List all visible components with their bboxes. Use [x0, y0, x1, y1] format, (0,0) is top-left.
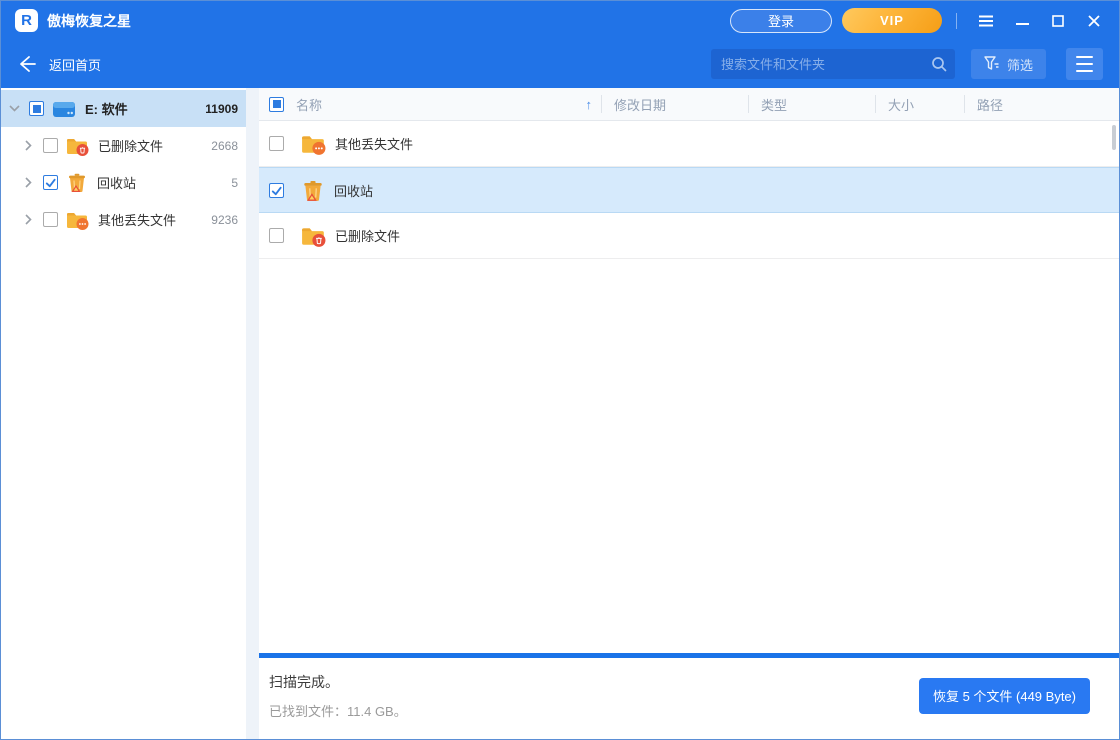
search-box [711, 49, 955, 79]
sidebar-item-count: 5 [231, 176, 238, 190]
sidebar-item-deleted-files[interactable]: 已删除文件 2668 [1, 127, 246, 164]
folder-deleted-icon [301, 225, 326, 247]
sort-asc-icon[interactable]: ↑ [586, 97, 593, 112]
vip-button[interactable]: VIP [842, 8, 942, 33]
titlebar: R 傲梅恢复之星 登录 VIP [1, 1, 1119, 40]
column-header-path[interactable]: 路径 [964, 95, 1119, 113]
row-name: 回收站 [334, 181, 373, 200]
table-row-deleted-files[interactable]: 已删除文件 [259, 213, 1119, 259]
back-arrow-icon [17, 54, 37, 74]
titlebar-separator [956, 13, 957, 29]
sidebar-item-label: 其他丢失文件 [98, 210, 176, 229]
back-button[interactable]: 返回首页 [17, 54, 101, 74]
column-header-name[interactable]: 名称 [296, 95, 322, 114]
sidebar-item-label: E: 软件 [85, 99, 128, 118]
recycle-bin-icon [301, 179, 325, 202]
checkbox-unchecked[interactable] [43, 138, 58, 153]
drive-icon [52, 99, 76, 119]
maximize-icon[interactable] [1043, 8, 1073, 34]
sidebar-item-label: 已删除文件 [98, 136, 163, 155]
checkbox-indeterminate[interactable] [29, 101, 44, 116]
table-header: 名称 ↑ 修改日期 类型 大小 路径 [259, 88, 1119, 121]
app-logo-icon: R [15, 9, 38, 32]
checkbox-unchecked[interactable] [43, 212, 58, 227]
column-header-date[interactable]: 修改日期 [601, 95, 748, 113]
sidebar-item-other-lost-files[interactable]: 其他丢失文件 9236 [1, 201, 246, 238]
window-menu-icon[interactable] [971, 8, 1001, 34]
search-input[interactable] [711, 49, 955, 79]
scan-detail-text: 已找到文件：11.4 GB。 [269, 701, 407, 720]
row-name: 已删除文件 [335, 226, 400, 245]
recover-button[interactable]: 恢复 5 个文件 (449 Byte) [919, 678, 1090, 714]
filter-button[interactable]: 筛选 [971, 49, 1046, 79]
sidebar-splitter[interactable] [246, 88, 259, 739]
close-icon[interactable] [1079, 8, 1109, 34]
chevron-down-icon[interactable] [7, 105, 21, 112]
sidebar-item-count: 9236 [211, 213, 238, 227]
recycle-bin-icon [66, 172, 88, 193]
folder-lost-icon [301, 133, 326, 155]
app-title: 傲梅恢复之星 [47, 11, 131, 31]
row-checkbox-checked[interactable] [269, 183, 284, 198]
column-header-type[interactable]: 类型 [748, 95, 875, 113]
folder-deleted-icon [66, 136, 89, 156]
sidebar: E: 软件 11909 已删除文件 2668 [1, 88, 246, 739]
column-header-size[interactable]: 大小 [875, 95, 964, 113]
row-checkbox-unchecked[interactable] [269, 228, 284, 243]
vertical-scrollbar[interactable] [1112, 125, 1116, 150]
chevron-right-icon[interactable] [21, 140, 35, 151]
scan-status-text: 扫描完成。 [269, 672, 407, 692]
sidebar-item-label: 回收站 [97, 173, 136, 192]
folder-lost-icon [66, 210, 89, 230]
login-button[interactable]: 登录 [730, 9, 832, 33]
row-name: 其他丢失文件 [335, 134, 413, 153]
statusbar: 扫描完成。 已找到文件：11.4 GB。 恢复 5 个文件 (449 Byte) [259, 658, 1119, 739]
app-window: R 傲梅恢复之星 登录 VIP 返回首页 [0, 0, 1120, 740]
toolbar: 返回首页 筛选 [1, 40, 1119, 88]
hamburger-menu-button[interactable] [1066, 48, 1103, 80]
table-row-other-lost-files[interactable]: 其他丢失文件 [259, 121, 1119, 167]
checkbox-checked[interactable] [43, 175, 58, 190]
row-checkbox-unchecked[interactable] [269, 136, 284, 151]
chevron-right-icon[interactable] [21, 214, 35, 225]
select-all-checkbox[interactable] [269, 97, 284, 112]
file-list-panel: 名称 ↑ 修改日期 类型 大小 路径 其他丢失文件 回 [259, 88, 1119, 739]
filter-funnel-icon [984, 56, 1000, 72]
table-row-recycle-bin[interactable]: 回收站 [259, 167, 1119, 213]
sidebar-item-drive-e[interactable]: E: 软件 11909 [1, 90, 246, 127]
filter-label: 筛选 [1007, 55, 1033, 74]
back-label: 返回首页 [49, 55, 101, 74]
minimize-icon[interactable] [1007, 8, 1037, 34]
sidebar-item-count: 11909 [205, 102, 238, 116]
chevron-right-icon[interactable] [21, 177, 35, 188]
sidebar-item-recycle-bin[interactable]: 回收站 5 [1, 164, 246, 201]
sidebar-item-count: 2668 [211, 139, 238, 153]
search-icon[interactable] [931, 56, 947, 72]
